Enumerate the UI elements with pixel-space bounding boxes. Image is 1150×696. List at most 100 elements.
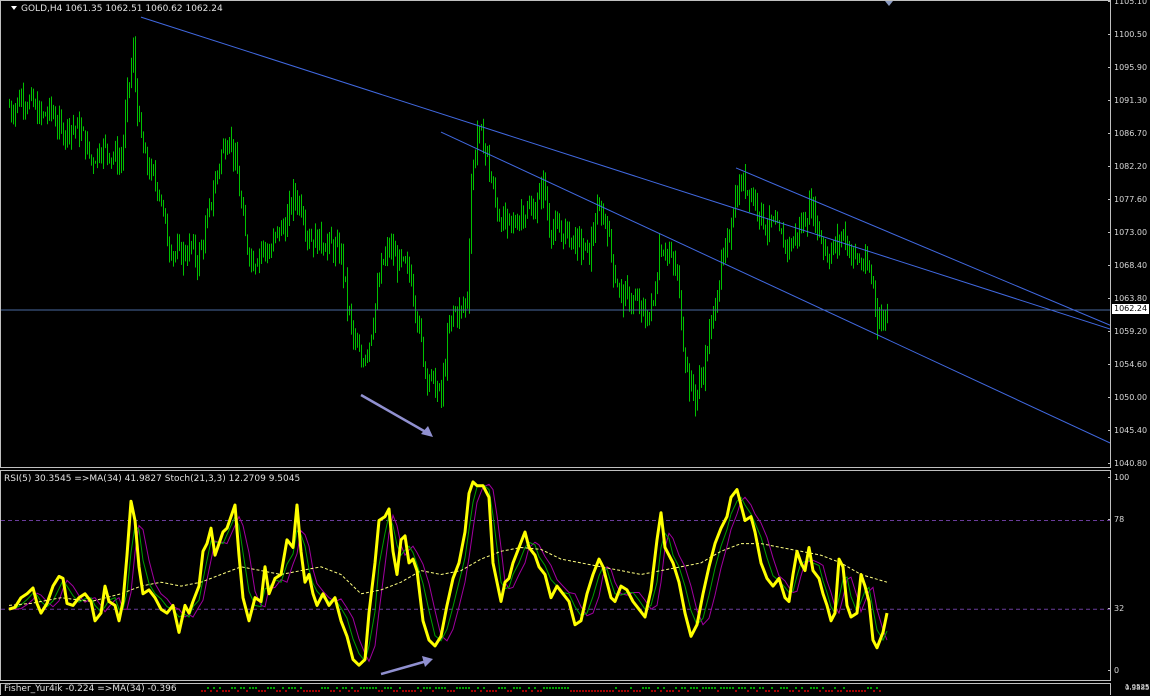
fisher-bar xyxy=(843,687,845,689)
fisher-bar xyxy=(228,690,230,692)
fisher-bar xyxy=(375,687,377,689)
price-axis-tick: 1059.20 xyxy=(1107,326,1148,336)
fisher-bar xyxy=(276,690,278,692)
fisher-bar xyxy=(219,687,221,689)
indicator-axis-tick-label: 32 xyxy=(1114,604,1125,614)
fisher-bar xyxy=(699,690,701,692)
fisher-bar xyxy=(822,687,824,689)
indicator-divergence-arrow xyxy=(380,659,428,676)
fisher-bar xyxy=(654,690,656,692)
fisher-bar xyxy=(861,690,863,692)
fisher-bar xyxy=(636,690,638,692)
fisher-bar xyxy=(519,687,521,689)
price-axis-tick: 1100.50 xyxy=(1107,30,1147,39)
price-axis-tick-label: 1095.90 xyxy=(1114,63,1148,73)
fisher-bar xyxy=(246,690,248,692)
fisher-bar xyxy=(243,687,245,689)
fisher-bar xyxy=(771,687,773,689)
fisher-bar xyxy=(477,687,479,689)
fisher-bar xyxy=(738,687,740,689)
price-axis-tick: 1054.60 xyxy=(1107,360,1147,369)
price-chart-canvas[interactable] xyxy=(1,1,1110,467)
fisher-bar xyxy=(762,687,764,689)
price-axis-tick: 1077.60 xyxy=(1107,195,1147,204)
fisher-bar xyxy=(609,690,611,692)
fisher-bar xyxy=(876,687,878,689)
fisher-bar xyxy=(462,687,464,689)
fisher-bar xyxy=(240,687,242,689)
fisher-bar xyxy=(537,690,539,692)
indicator-axis-tick: 78 xyxy=(1107,515,1125,525)
fisher-bar xyxy=(780,687,782,689)
fisher-bar xyxy=(498,687,500,689)
fisher-bar xyxy=(579,690,581,692)
fisher-bar xyxy=(411,690,413,692)
fisher-bar xyxy=(357,690,359,692)
fisher-bar xyxy=(792,690,794,692)
fisher-bar xyxy=(360,687,362,689)
fisher-bar xyxy=(441,687,443,689)
fisher-pane[interactable]: Fisher_Yur4ik -0.224 =>MA(34) -0.396 xyxy=(0,683,1111,695)
fisher-bar xyxy=(597,690,599,692)
fisher-bar xyxy=(315,690,317,692)
fisher-bar xyxy=(459,687,461,689)
price-axis-tick-label: 1059.20 xyxy=(1114,326,1148,336)
fisher-bar xyxy=(795,687,797,689)
price-axis-tick: 1091.30 xyxy=(1107,96,1147,105)
fisher-bar xyxy=(354,690,356,692)
fisher-bar xyxy=(513,687,515,689)
fisher-bar xyxy=(720,687,722,689)
fisher-bar xyxy=(288,687,290,689)
fisher-bar xyxy=(705,687,707,689)
fisher-bar xyxy=(381,690,383,692)
price-axis-tick: 1040.80 xyxy=(1107,459,1148,468)
divergence-arrow xyxy=(360,393,432,437)
fisher-bar xyxy=(666,690,668,692)
fisher-bar xyxy=(435,687,437,689)
price-axis-tick-label: 1082.20 xyxy=(1114,161,1148,171)
fisher-bar xyxy=(372,687,374,689)
price-axis-tick: 1045.40 xyxy=(1107,426,1147,435)
fisher-bar xyxy=(810,687,812,689)
price-chart-pane[interactable]: GOLD,H4 1061.35 1062.51 1060.62 1062.24 xyxy=(0,0,1111,468)
fisher-bar xyxy=(408,690,410,692)
fisher-bar xyxy=(363,687,365,689)
fisher-bar xyxy=(684,687,686,689)
fisher-bar xyxy=(702,687,704,689)
fisher-bar xyxy=(852,690,854,692)
fisher-bar xyxy=(693,687,695,689)
fisher-bar xyxy=(717,690,719,692)
indicator-axis: 100 78 32 0 xyxy=(1107,470,1150,681)
fisher-bar xyxy=(624,690,626,692)
fisher-bar xyxy=(201,690,203,692)
fisher-bar xyxy=(492,690,494,692)
indicator-axis-tick-label: 100 xyxy=(1114,473,1130,482)
price-axis-tick: 1086.70 xyxy=(1107,129,1147,138)
fisher-bar xyxy=(531,690,533,692)
chart-symbol-header: GOLD,H4 1061.35 1062.51 1060.62 1062.24 xyxy=(21,4,223,14)
fisher-bar xyxy=(729,687,731,689)
fisher-bar xyxy=(297,690,299,692)
fisher-bar xyxy=(714,687,716,689)
fisher-bar xyxy=(687,690,689,692)
fisher-bar xyxy=(582,690,584,692)
price-axis-tick-label: 1068.40 xyxy=(1114,260,1148,270)
fisher-bar xyxy=(324,687,326,689)
indicator-canvas[interactable] xyxy=(1,471,1110,680)
indicator-pane[interactable]: RSI(5) 30.3545 =>MA(34) 41.9827 Stoch(21… xyxy=(0,470,1111,681)
fisher-bar xyxy=(225,690,227,692)
fisher-bar xyxy=(321,687,323,689)
fisher-bar xyxy=(207,687,209,689)
symbol-menu-icon[interactable] xyxy=(11,6,17,10)
fisher-bar xyxy=(366,687,368,689)
fisher-bar xyxy=(318,690,320,692)
indicator-axis-tick-label: 78 xyxy=(1114,515,1125,525)
fisher-bar xyxy=(279,690,281,692)
fisher-bar xyxy=(813,687,815,689)
fisher-bar xyxy=(786,687,788,689)
fisher-bar xyxy=(507,690,509,692)
fisher-bar xyxy=(711,687,713,689)
fisher-bar xyxy=(864,690,866,692)
price-axis-tick-label: 1040.80 xyxy=(1114,459,1148,468)
fisher-axis-tick-label: 0.3885 xyxy=(1125,684,1150,692)
